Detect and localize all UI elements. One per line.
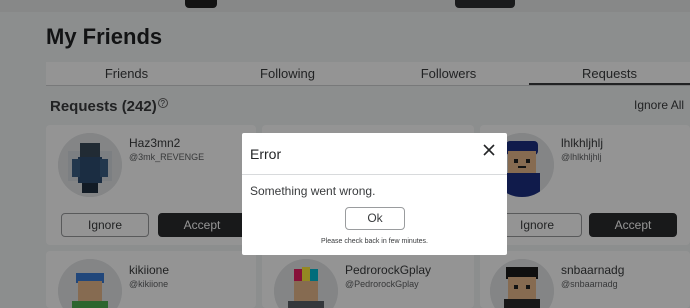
dialog-divider <box>242 174 507 175</box>
error-dialog: Error Something went wrong. Ok Please ch… <box>242 133 507 255</box>
dialog-note: Please check back in few minutes. <box>321 238 428 245</box>
ok-button[interactable]: Ok <box>345 207 405 230</box>
dialog-title: Error <box>250 146 282 162</box>
dialog-message: Something went wrong. <box>250 184 376 198</box>
close-icon[interactable] <box>481 142 497 158</box>
